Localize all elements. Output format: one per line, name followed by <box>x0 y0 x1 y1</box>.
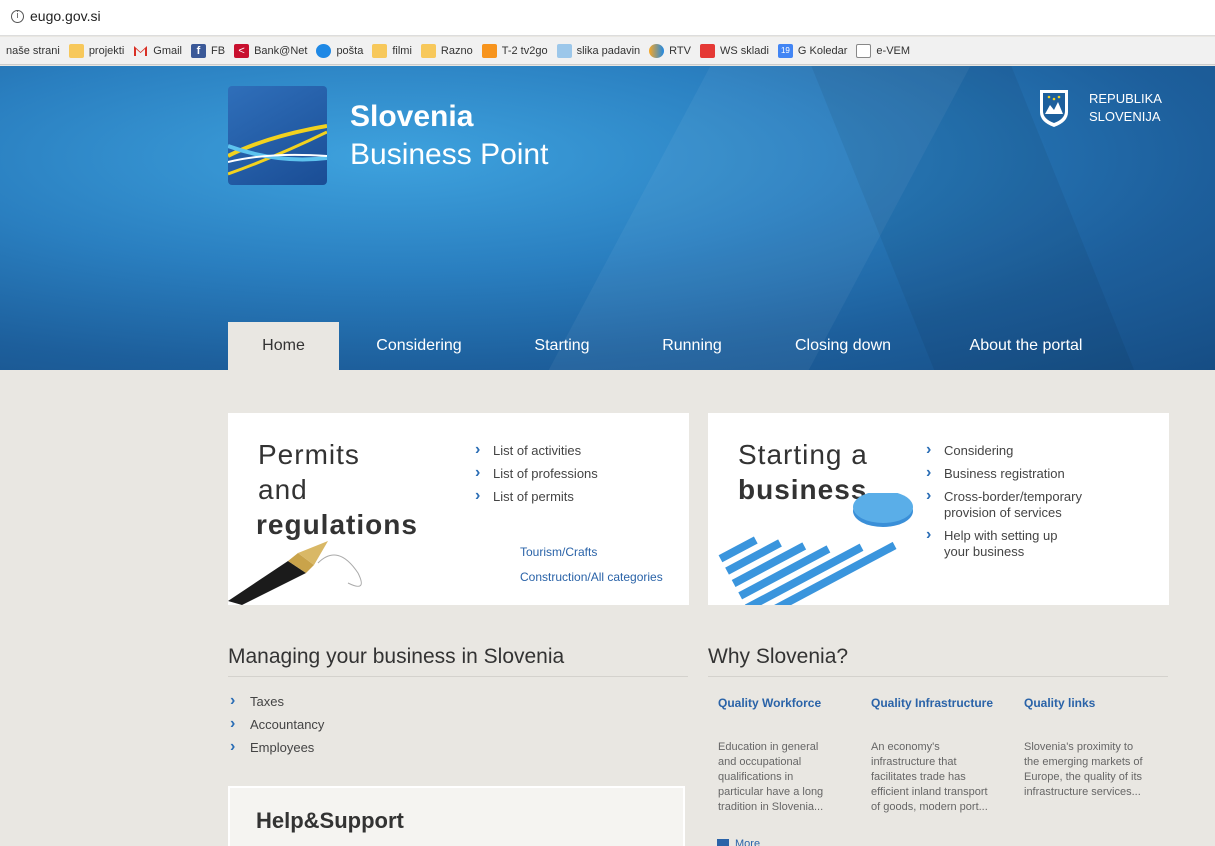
bookmark-label: e-VEM <box>876 44 911 57</box>
managing-link[interactable]: Taxes <box>228 689 324 713</box>
bookmark-item[interactable]: RTV <box>649 43 691 58</box>
bookmark-item[interactable]: Razno <box>420 43 473 58</box>
folder-icon <box>68 43 84 58</box>
bookmark-label: FB <box>211 44 226 57</box>
sublink-construction[interactable]: Construction/All categories <box>520 570 663 584</box>
url-text[interactable]: eugo.gov.si <box>30 8 101 24</box>
bookmark-label: RTV <box>669 44 691 57</box>
republic-label: REPUBLIKA SLOVENIJA <box>1089 90 1162 126</box>
permits-card[interactable]: Permits and regulations List of activiti… <box>228 413 689 605</box>
help-support-box[interactable]: Help&Support <box>228 786 685 846</box>
bookmark-item[interactable]: naše strani <box>6 45 60 57</box>
page-icon <box>856 43 872 58</box>
bookmark-label: slika padavin <box>576 44 641 57</box>
permits-title: Permits <box>258 439 360 470</box>
bookmark-label: filmi <box>392 44 412 57</box>
bookmark-item[interactable]: slika padavin <box>556 43 641 58</box>
bookmarks-bar: naše strani projekti Gmail f FB < Bank@Net… <box>0 37 1215 65</box>
tab-about-portal[interactable]: About the portal <box>940 322 1112 370</box>
bookmark-label: WS skladi <box>719 44 769 57</box>
permit-link[interactable]: List of permits <box>473 484 598 508</box>
bookmark-item[interactable]: T-2 tv2go <box>481 43 548 58</box>
tv-icon <box>481 43 497 58</box>
bank-icon: < <box>234 43 250 58</box>
ws-icon <box>699 43 715 58</box>
managing-link[interactable]: Employees <box>228 735 324 759</box>
tab-considering[interactable]: Considering <box>350 322 488 370</box>
info-icon[interactable]: i <box>11 10 24 23</box>
folder-icon <box>372 43 388 58</box>
permit-link[interactable]: List of activities <box>473 438 598 462</box>
starting-link[interactable]: Considering <box>924 438 1164 462</box>
main-nav: Home Considering Starting Running Closin… <box>0 322 1215 370</box>
weather-icon <box>556 43 572 58</box>
tab-closing-down[interactable]: Closing down <box>770 322 916 370</box>
why-title: Why Slovenia? <box>708 645 849 668</box>
starting-title: Starting a <box>738 439 868 470</box>
managing-links: Taxes Accountancy Employees <box>228 689 324 759</box>
why-text-links: Slovenia's proximity to the emerging mar… <box>1024 741 1143 798</box>
calendar-icon: 19 <box>777 43 793 58</box>
bookmark-label: Razno <box>440 44 473 57</box>
bookmark-item[interactable]: < Bank@Net <box>234 43 308 58</box>
more-link[interactable]: More <box>717 838 760 846</box>
permits-title: and <box>258 474 308 505</box>
bookmark-label: projekti <box>88 44 125 57</box>
bookmark-item[interactable]: pošta <box>316 43 364 58</box>
starting-link[interactable]: Business registration <box>924 461 1164 485</box>
managing-link[interactable]: Accountancy <box>228 712 324 736</box>
managing-title: Managing your business in Slovenia <box>228 645 565 668</box>
gmail-icon <box>133 44 148 58</box>
permit-link[interactable]: List of professions <box>473 461 598 485</box>
starting-business-card[interactable]: Starting a business Considering Business… <box>708 413 1169 605</box>
bookmark-item[interactable]: projekti <box>68 43 125 58</box>
brand-subtitle: Business Point <box>350 138 549 171</box>
bookmark-item[interactable]: filmi <box>372 43 412 58</box>
bookmark-label: G Koledar <box>797 44 848 57</box>
bookmark-label: Gmail <box>153 44 183 57</box>
republic-line: REPUBLIKA <box>1089 91 1162 106</box>
republic-line: SLOVENIJA <box>1089 109 1161 124</box>
bookmark-item[interactable]: f FB <box>191 43 226 58</box>
divider <box>708 676 1168 677</box>
bookmark-label: T-2 tv2go <box>501 44 548 57</box>
site-logo[interactable] <box>228 86 327 185</box>
why-heading-links[interactable]: Quality links <box>1024 696 1095 710</box>
sublink-tourism[interactable]: Tourism/Crafts <box>520 545 597 559</box>
starting-link[interactable]: Cross-border/temporary provision of serv… <box>924 488 1084 521</box>
why-heading-infrastructure[interactable]: Quality Infrastructure <box>871 696 993 710</box>
starting-links: Considering Business registration Cross-… <box>924 438 1164 560</box>
brand-title: Slovenia <box>350 100 474 133</box>
more-icon <box>717 839 729 846</box>
browser-url-bar[interactable]: i eugo.gov.si <box>0 0 1215 36</box>
divider <box>228 676 688 677</box>
rtv-icon <box>649 43 665 58</box>
bar-chart-illustration <box>718 493 913 605</box>
tab-home[interactable]: Home <box>228 322 339 370</box>
tab-running[interactable]: Running <box>636 322 748 370</box>
bookmark-item[interactable]: Gmail <box>133 44 182 58</box>
starting-link[interactable]: Help with setting up your business <box>924 527 1074 560</box>
fountain-pen-icon <box>228 541 362 605</box>
coat-of-arms-icon <box>1038 88 1070 128</box>
permits-links: List of activities List of professions L… <box>473 438 598 508</box>
folder-icon <box>420 43 436 58</box>
bookmark-label: Bank@Net <box>254 44 308 57</box>
tab-starting[interactable]: Starting <box>505 322 619 370</box>
bookmark-item[interactable]: WS skladi <box>699 43 769 58</box>
bookmark-item[interactable]: e-VEM <box>856 43 911 58</box>
facebook-icon: f <box>191 43 207 58</box>
bookmark-item[interactable]: 19 G Koledar <box>777 43 848 58</box>
bookmark-label: naše strani <box>6 44 60 57</box>
globe-icon <box>316 43 332 58</box>
site-header: Slovenia Business Point REPUBLIKA SLOVEN… <box>0 66 1215 370</box>
why-text-infrastructure: An economy's infrastructure that facilit… <box>871 741 988 813</box>
bookmark-label: pošta <box>336 44 364 57</box>
more-label: More <box>735 838 761 846</box>
why-heading-workforce[interactable]: Quality Workforce <box>718 696 821 710</box>
help-title: Help&Support <box>256 808 404 833</box>
why-text-workforce: Education in general and occupational qu… <box>718 741 824 813</box>
